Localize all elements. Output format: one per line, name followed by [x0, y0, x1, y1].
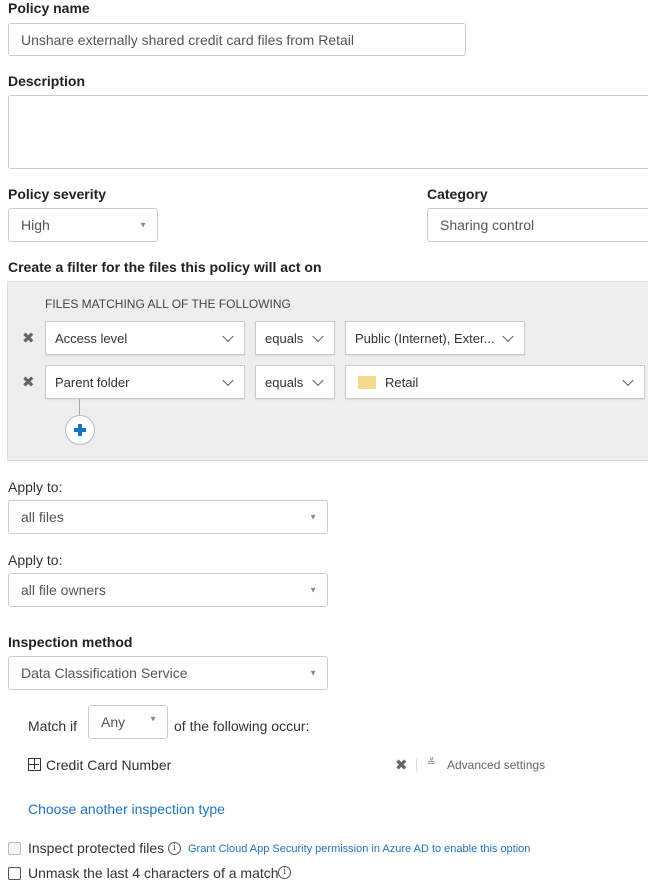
chevron-down-icon	[222, 374, 234, 387]
filter-field-select[interactable]: Access level	[45, 321, 245, 355]
dropdown-arrow-icon: ▼	[309, 668, 317, 678]
description-textarea[interactable]	[8, 95, 648, 169]
grid-icon	[28, 758, 41, 771]
info-icon[interactable]: i	[168, 842, 181, 855]
filter-heading: Create a filter for the files this polic…	[8, 259, 322, 275]
connector-line	[79, 399, 80, 415]
filter-value-text: Retail	[385, 374, 419, 390]
inspect-protected-label: Inspect protected files	[28, 840, 165, 856]
match-if-label: Match if	[28, 718, 78, 734]
policy-name-value: Unshare externally shared credit card fi…	[21, 31, 355, 48]
add-filter-button[interactable]	[65, 415, 95, 445]
remove-item-icon[interactable]: ✖	[395, 758, 408, 773]
remove-filter-icon[interactable]: ✖	[22, 331, 35, 346]
match-select[interactable]: Any ▼	[88, 705, 168, 739]
chevron-down-icon	[222, 330, 234, 343]
filter-operator-value: equals	[265, 330, 304, 346]
filter-value-text: Public (Internet), Exter...	[355, 330, 495, 346]
filter-group-title: FILES MATCHING ALL OF THE FOLLOWING	[45, 297, 291, 311]
match-suffix-label: of the following occur:	[174, 718, 310, 734]
policy-name-input[interactable]: Unshare externally shared credit card fi…	[8, 23, 466, 56]
unmask-label: Unmask the last 4 characters of a match	[28, 865, 279, 881]
apply-files-value: all files	[21, 509, 64, 525]
apply-owners-label: Apply to:	[8, 552, 63, 568]
unmask-checkbox[interactable]	[8, 867, 21, 880]
filter-field-value: Access level	[55, 330, 128, 346]
info-icon[interactable]: i	[278, 866, 291, 879]
inspection-label: Inspection method	[8, 634, 133, 650]
divider	[416, 758, 417, 772]
folder-icon	[358, 375, 376, 389]
chevron-down-icon	[502, 330, 514, 343]
category-select[interactable]: Sharing control	[427, 208, 648, 242]
choose-inspection-link[interactable]: Choose another inspection type	[28, 801, 225, 817]
dropdown-arrow-icon: ▼	[309, 512, 317, 522]
category-label: Category	[427, 186, 488, 202]
apply-files-select[interactable]: all files ▼	[8, 500, 328, 534]
grant-permission-link[interactable]: Grant Cloud App Security permission in A…	[188, 843, 530, 855]
severity-value: High	[21, 217, 50, 233]
match-value: Any	[101, 714, 126, 730]
inspect-protected-checkbox[interactable]	[8, 842, 21, 855]
severity-label: Policy severity	[8, 186, 107, 202]
severity-select[interactable]: High ▼	[8, 208, 158, 242]
inspection-value: Data Classification Service	[21, 665, 188, 681]
filter-operator-select[interactable]: equals	[255, 365, 335, 399]
filter-operator-value: equals	[265, 374, 304, 390]
apply-owners-select[interactable]: all file owners ▼	[8, 573, 328, 607]
double-chevron-down-icon: ≚	[427, 757, 437, 769]
filter-field-value: Parent folder	[55, 374, 130, 390]
dropdown-arrow-icon: ▼	[309, 585, 317, 595]
remove-filter-icon[interactable]: ✖	[22, 375, 35, 390]
inspection-select[interactable]: Data Classification Service ▼	[8, 656, 328, 690]
chevron-down-icon	[312, 330, 324, 343]
chevron-down-icon	[312, 374, 324, 387]
filter-field-select[interactable]: Parent folder	[45, 365, 245, 399]
plus-icon	[74, 424, 86, 436]
description-label: Description	[8, 73, 86, 89]
policy-name-label: Policy name	[8, 0, 90, 16]
filter-value-select[interactable]: Public (Internet), Exter...	[345, 321, 525, 355]
chevron-down-icon	[622, 374, 634, 387]
apply-owners-value: all file owners	[21, 582, 106, 598]
filter-operator-select[interactable]: equals	[255, 321, 335, 355]
advanced-settings-link[interactable]: Advanced settings	[447, 758, 545, 772]
apply-files-label: Apply to:	[8, 479, 63, 495]
dropdown-arrow-icon: ▼	[149, 714, 157, 724]
category-value: Sharing control	[440, 217, 535, 233]
dropdown-arrow-icon: ▼	[139, 220, 147, 230]
filter-value-select[interactable]: Retail	[345, 365, 645, 399]
inspection-item: Credit Card Number	[46, 757, 172, 773]
